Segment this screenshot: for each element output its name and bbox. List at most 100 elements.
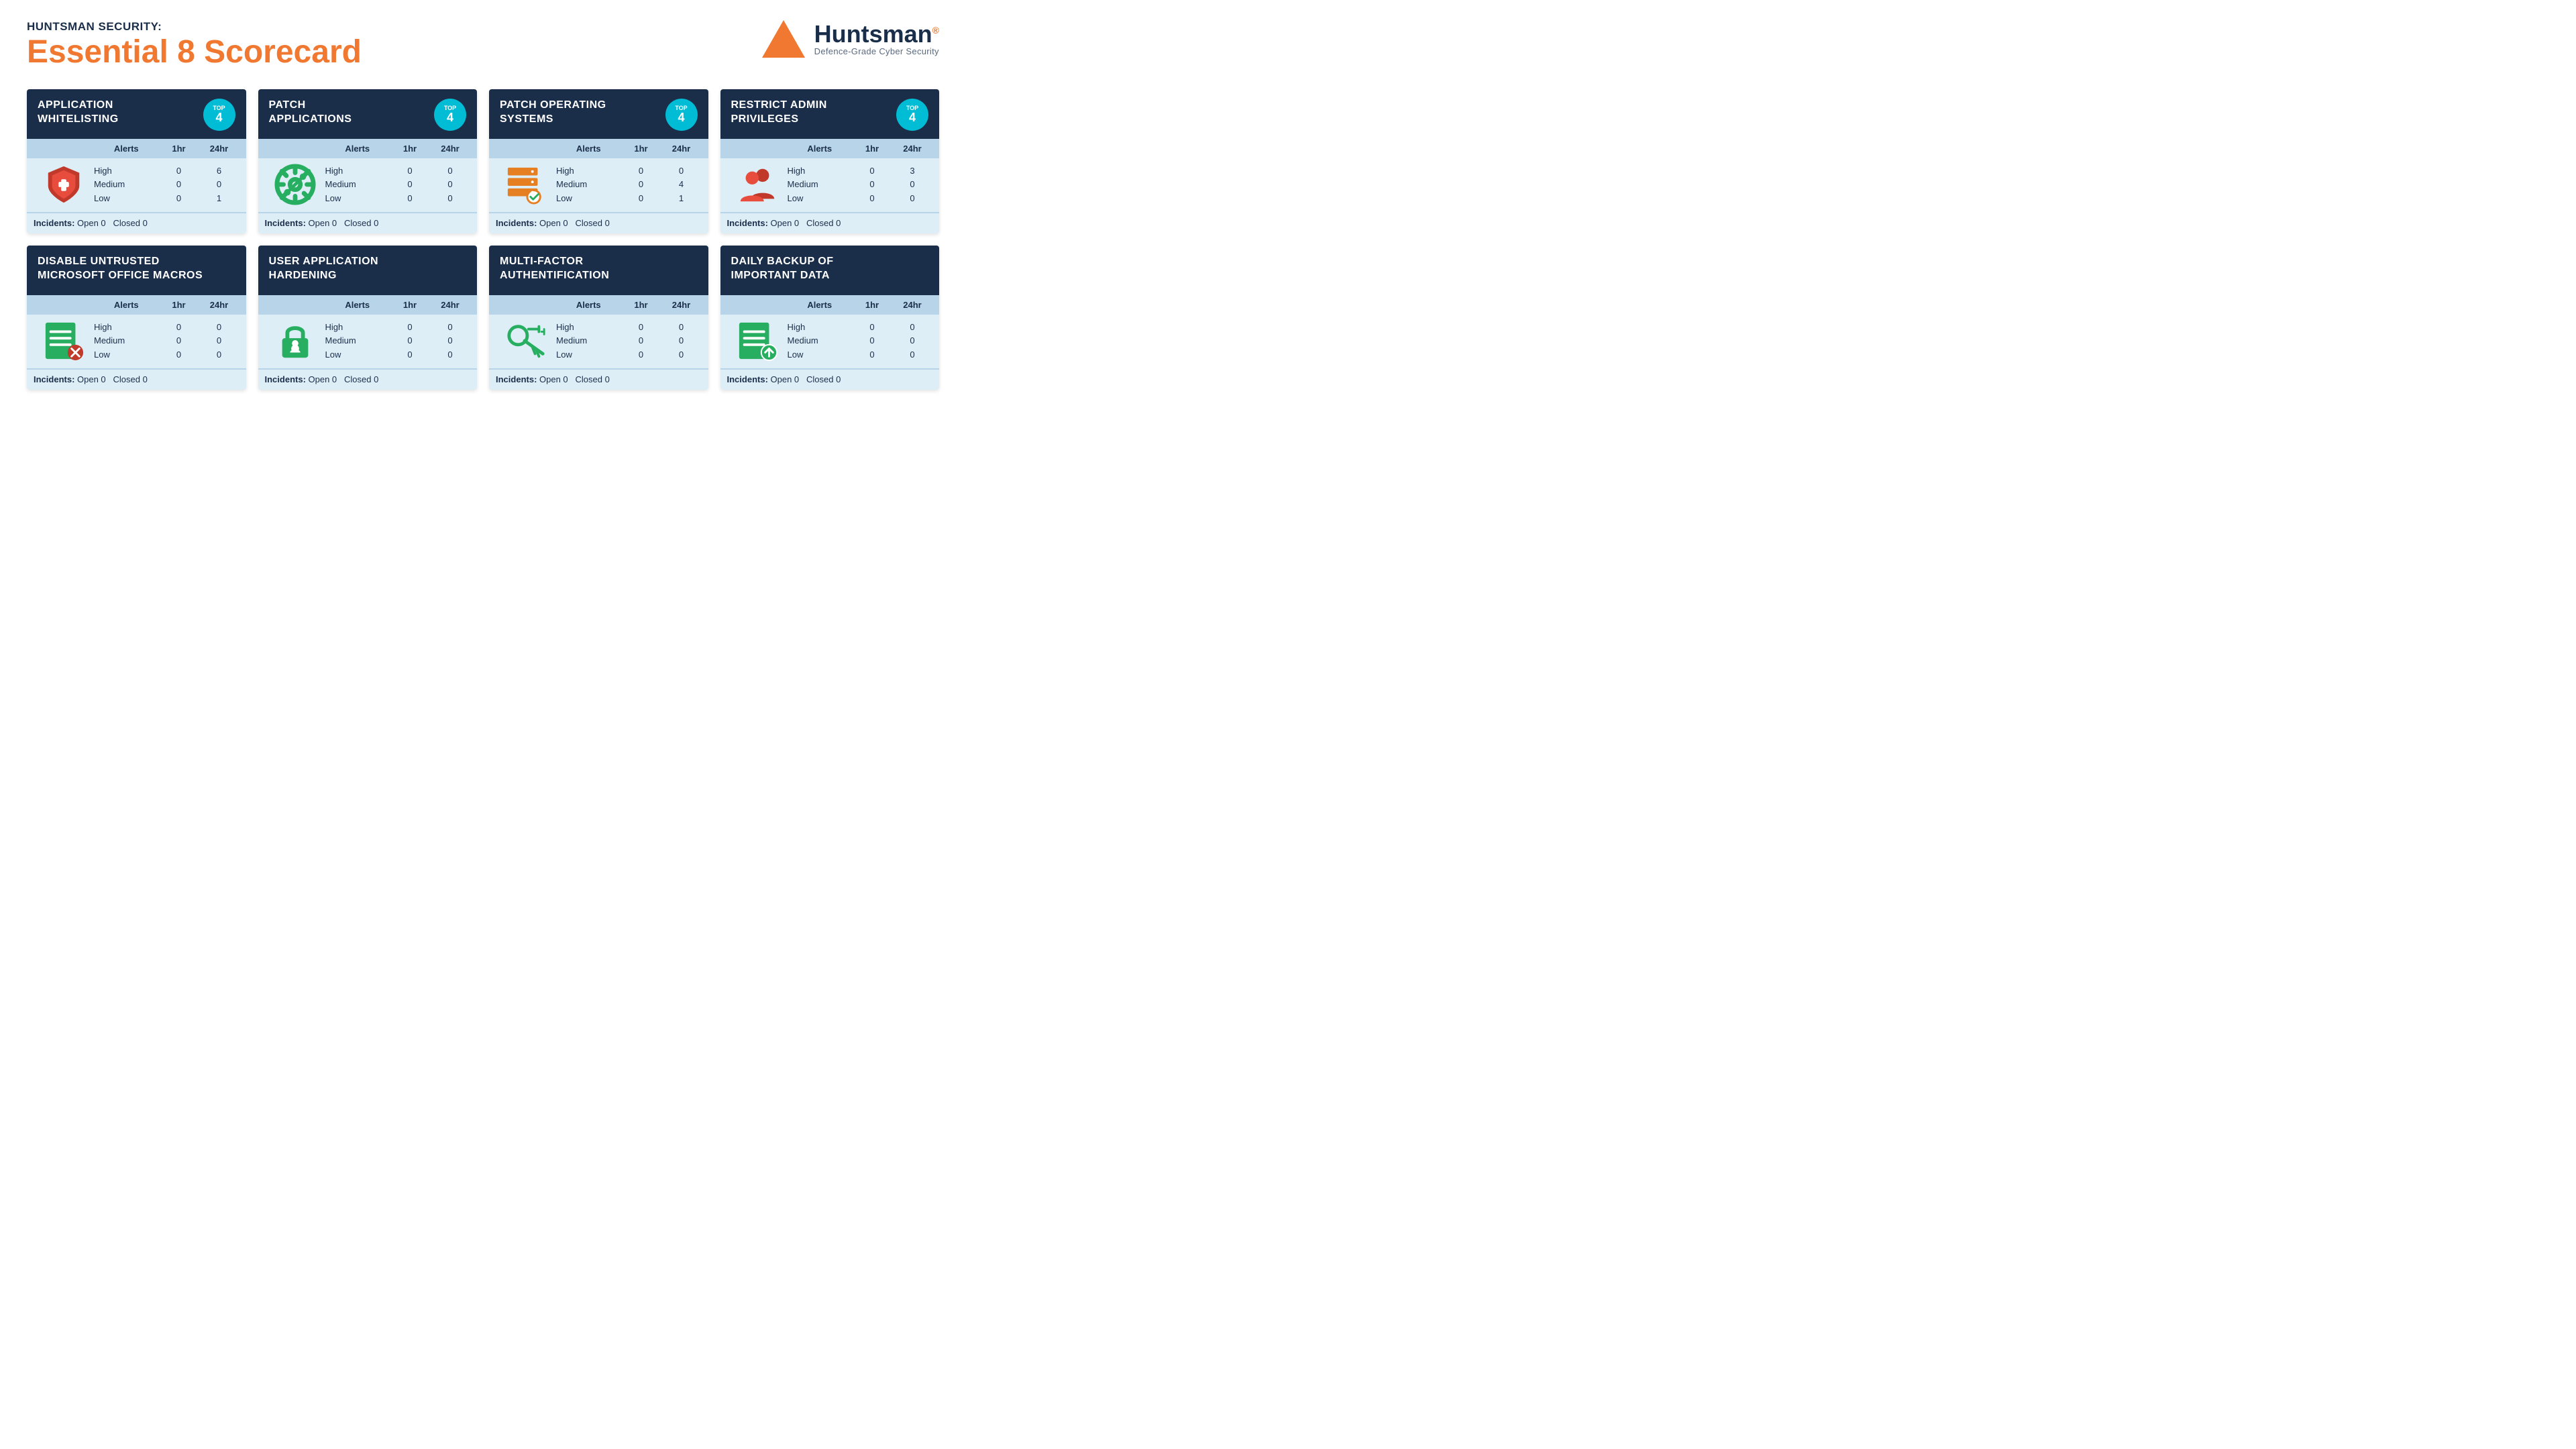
val-1hr-0: 0 [852,321,892,333]
level-label-2: Low [788,192,853,205]
card-header: RESTRICT ADMINPRIVILEGES TOP 4 [720,89,940,139]
level-label-0: High [94,164,159,177]
card-header: APPLICATIONWHITELISTING TOP 4 [27,89,246,139]
col-1hr: 1hr [621,300,661,310]
incidents-row: Incidents: Open 0 Closed 0 [720,368,940,390]
level-label-2: Low [94,192,159,205]
col-1hr: 1hr [621,144,661,154]
val-1hr-2: 0 [621,192,661,205]
val-1hr-1: 0 [852,334,892,347]
col-24hr: 24hr [892,144,932,154]
col-1hr: 1hr [159,300,199,310]
incidents-row: Incidents: Open 0 Closed 0 [258,212,478,233]
val-24hr-2: 0 [430,348,470,361]
val-1hr-2: 0 [390,192,430,205]
val-24hr-0: 0 [430,321,470,333]
level-label-0: High [94,321,159,333]
scorecard-grid: APPLICATIONWHITELISTING TOP 4 Alerts 1hr… [27,89,939,390]
level-label-1: Medium [94,178,159,191]
val-1hr-0: 0 [621,164,661,177]
level-label-1: Medium [556,178,621,191]
key-green-icon [505,320,547,362]
incidents-row: Incidents: Open 0 Closed 0 [489,212,708,233]
level-label-1: Medium [788,334,853,347]
val-1hr-0: 0 [621,321,661,333]
val-1hr-0: 0 [390,321,430,333]
col-24hr: 24hr [430,144,470,154]
val-24hr-2: 0 [199,348,239,361]
val-1hr-2: 0 [159,348,199,361]
col-alerts: Alerts [788,144,853,154]
table-column-headers: Alerts 1hr 24hr [720,295,940,315]
incidents-label: Incidents: [496,218,537,228]
val-1hr-0: 0 [159,321,199,333]
val-24hr-0: 6 [199,164,239,177]
top-badge: TOP 4 [434,99,466,131]
card-icon-cell [496,320,556,362]
header-subtitle: HUNTSMAN SECURITY: [27,20,362,34]
logo-triangle-icon [762,20,805,58]
val-1hr-0: 0 [852,164,892,177]
level-label-2: Low [325,348,390,361]
col-alerts: Alerts [556,300,621,310]
card-icon-cell [34,164,94,205]
level-label-2: Low [556,348,621,361]
val-1hr-1: 0 [159,334,199,347]
val-24hr-2: 0 [892,192,932,205]
card-header: USER APPLICATIONHARDENING [258,246,478,295]
incidents-row: Incidents: Open 0 Closed 0 [720,212,940,233]
shield-red-icon [43,164,85,205]
incidents-label: Incidents: [265,374,306,384]
header-left: HUNTSMAN SECURITY: Essential 8 Scorecard [27,20,362,70]
val-24hr-0: 0 [661,164,702,177]
val-24hr-0: 0 [199,321,239,333]
table-column-headers: Alerts 1hr 24hr [27,139,246,158]
table-body: High 0 0 Medium 0 0 Low 0 0 [27,315,246,368]
doc-up-green-icon [737,320,778,362]
doc-x-green-icon [43,320,85,362]
val-24hr-1: 0 [430,334,470,347]
col-alerts: Alerts [325,144,390,154]
card-icon-cell [727,164,788,205]
card-daily-backup: DAILY BACKUP OFIMPORTANT DATA Alerts 1hr… [720,246,940,390]
val-24hr-2: 0 [430,192,470,205]
table-body: High 0 0 Medium 0 0 Low 0 0 [258,158,478,212]
col-1hr: 1hr [852,144,892,154]
top-badge: TOP 4 [203,99,235,131]
card-title: MULTI-FACTORAUTHENTIFICATION [500,255,698,283]
level-label-2: Low [325,192,390,205]
card-title: DAILY BACKUP OFIMPORTANT DATA [731,255,929,283]
val-24hr-0: 3 [892,164,932,177]
card-patch-os: PATCH OPERATINGSYSTEMS TOP 4 Alerts 1hr … [489,89,708,233]
logo-brand: Huntsman® [814,22,939,46]
incidents-label: Incidents: [727,218,768,228]
table-body: High 0 0 Medium 0 4 Low 0 1 [489,158,708,212]
col-alerts: Alerts [556,144,621,154]
logo-text: Huntsman® Defence-Grade Cyber Security [814,22,939,56]
table-column-headers: Alerts 1hr 24hr [258,295,478,315]
val-1hr-2: 0 [621,348,661,361]
card-header: PATCH OPERATINGSYSTEMS TOP 4 [489,89,708,139]
val-1hr-1: 0 [621,334,661,347]
card-restrict-admin: RESTRICT ADMINPRIVILEGES TOP 4 Alerts 1h… [720,89,940,233]
header-title: Essential 8 Scorecard [27,35,362,70]
card-title: USER APPLICATIONHARDENING [269,255,467,283]
card-mfa: MULTI-FACTORAUTHENTIFICATION Alerts 1hr … [489,246,708,390]
incidents-row: Incidents: Open 0 Closed 0 [27,212,246,233]
col-alerts: Alerts [94,144,159,154]
card-title: PATCHAPPLICATIONS [269,99,428,127]
col-alerts: Alerts [788,300,853,310]
val-24hr-1: 0 [892,334,932,347]
table-body: High 0 6 Medium 0 0 Low 0 1 [27,158,246,212]
card-header: DISABLE UNTRUSTEDMICROSOFT OFFICE MACROS [27,246,246,295]
top-badge: TOP 4 [896,99,928,131]
server-orange-icon [505,164,547,205]
card-title: APPLICATIONWHITELISTING [38,99,197,127]
val-24hr-1: 0 [199,178,239,191]
level-label-1: Medium [556,334,621,347]
val-1hr-2: 0 [390,348,430,361]
val-1hr-0: 0 [159,164,199,177]
table-column-headers: Alerts 1hr 24hr [27,295,246,315]
val-1hr-1: 0 [621,178,661,191]
level-label-1: Medium [325,334,390,347]
